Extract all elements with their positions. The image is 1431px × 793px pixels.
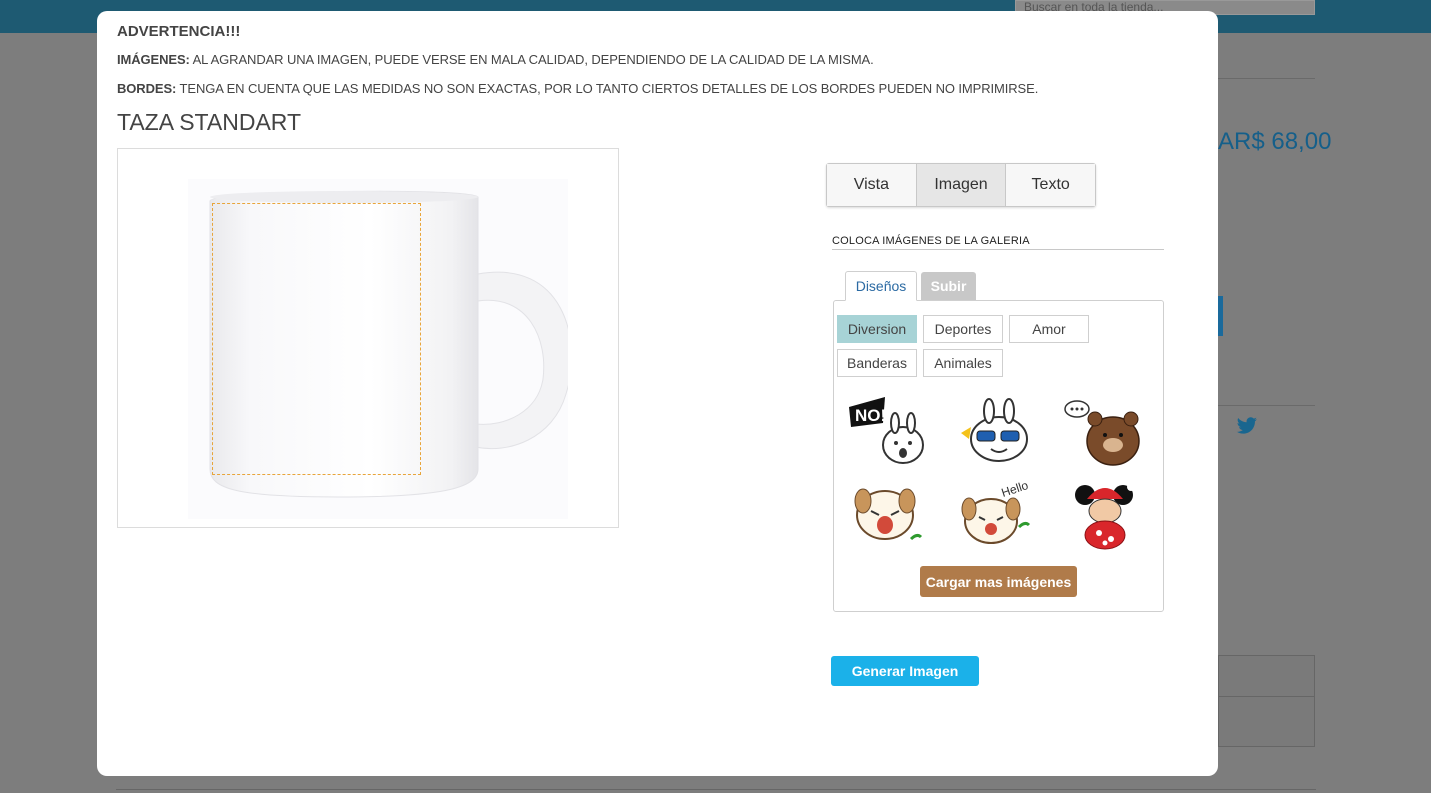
category-animales[interactable]: Animales bbox=[923, 349, 1003, 377]
background-add-to-cart-button bbox=[1218, 296, 1223, 336]
category-deportes[interactable]: Deportes bbox=[923, 315, 1003, 343]
gallery-divider bbox=[832, 249, 1164, 250]
print-area[interactable] bbox=[212, 203, 421, 475]
warning-borders-text: TENGA EN CUENTA QUE LAS MEDIDAS NO SON E… bbox=[176, 81, 1039, 96]
twitter-icon bbox=[1236, 417, 1258, 441]
category-amor[interactable]: Amor bbox=[1009, 315, 1089, 343]
gallery-label: COLOCA IMÁGENES DE LA GALERIA bbox=[832, 235, 1030, 247]
sticker-no-text: NO! bbox=[855, 406, 886, 425]
warning-title: ADVERTENCIA!!! bbox=[117, 23, 241, 40]
warning-images-text: AL AGRANDAR UNA IMAGEN, PUEDE VERSE EN M… bbox=[189, 52, 874, 67]
warning-borders-label: BORDES: bbox=[117, 81, 177, 96]
background-table bbox=[1218, 655, 1315, 747]
category-diversion[interactable]: Diversion bbox=[837, 315, 917, 343]
background-divider bbox=[1218, 405, 1315, 406]
generate-image-button[interactable]: Generar Imagen bbox=[831, 656, 979, 686]
editor-tabs: Vista Imagen Texto bbox=[826, 163, 1096, 207]
christmas-mouse-sticker[interactable] bbox=[1061, 477, 1145, 553]
background-divider bbox=[1218, 78, 1315, 79]
tab-upload[interactable]: Subir bbox=[921, 272, 976, 300]
cool-bunny-sticker[interactable] bbox=[955, 393, 1039, 469]
product-title: TAZA STANDART bbox=[117, 109, 302, 135]
customizer-modal: ADVERTENCIA!!! IMÁGENES: AL AGRANDAR UNA… bbox=[97, 11, 1218, 776]
warning-images-line: IMÁGENES: AL AGRANDAR UNA IMAGEN, PUEDE … bbox=[117, 52, 874, 67]
sticker-hello-text: Hello bbox=[1000, 478, 1031, 500]
tab-imagen[interactable]: Imagen bbox=[916, 164, 1007, 206]
warning-images-label: IMÁGENES: bbox=[117, 52, 190, 67]
background-divider bbox=[116, 789, 1316, 790]
load-more-images-button[interactable]: Cargar mas imágenes bbox=[920, 566, 1077, 597]
brown-bear-sticker[interactable] bbox=[1061, 393, 1145, 469]
tab-designs[interactable]: Diseños bbox=[845, 271, 917, 301]
background-price: AR$ 68,00 bbox=[1218, 128, 1332, 155]
tab-vista[interactable]: Vista bbox=[827, 164, 917, 206]
crying-puppy-sticker[interactable] bbox=[845, 477, 929, 553]
hello-puppy-sticker[interactable]: Hello bbox=[955, 477, 1039, 553]
warning-borders-line: BORDES: TENGA EN CUENTA QUE LAS MEDIDAS … bbox=[117, 81, 1038, 96]
category-banderas[interactable]: Banderas bbox=[837, 349, 917, 377]
tab-texto[interactable]: Texto bbox=[1006, 164, 1096, 206]
no-bunny-sticker[interactable]: NO! bbox=[845, 393, 929, 469]
mug-preview bbox=[117, 148, 619, 528]
